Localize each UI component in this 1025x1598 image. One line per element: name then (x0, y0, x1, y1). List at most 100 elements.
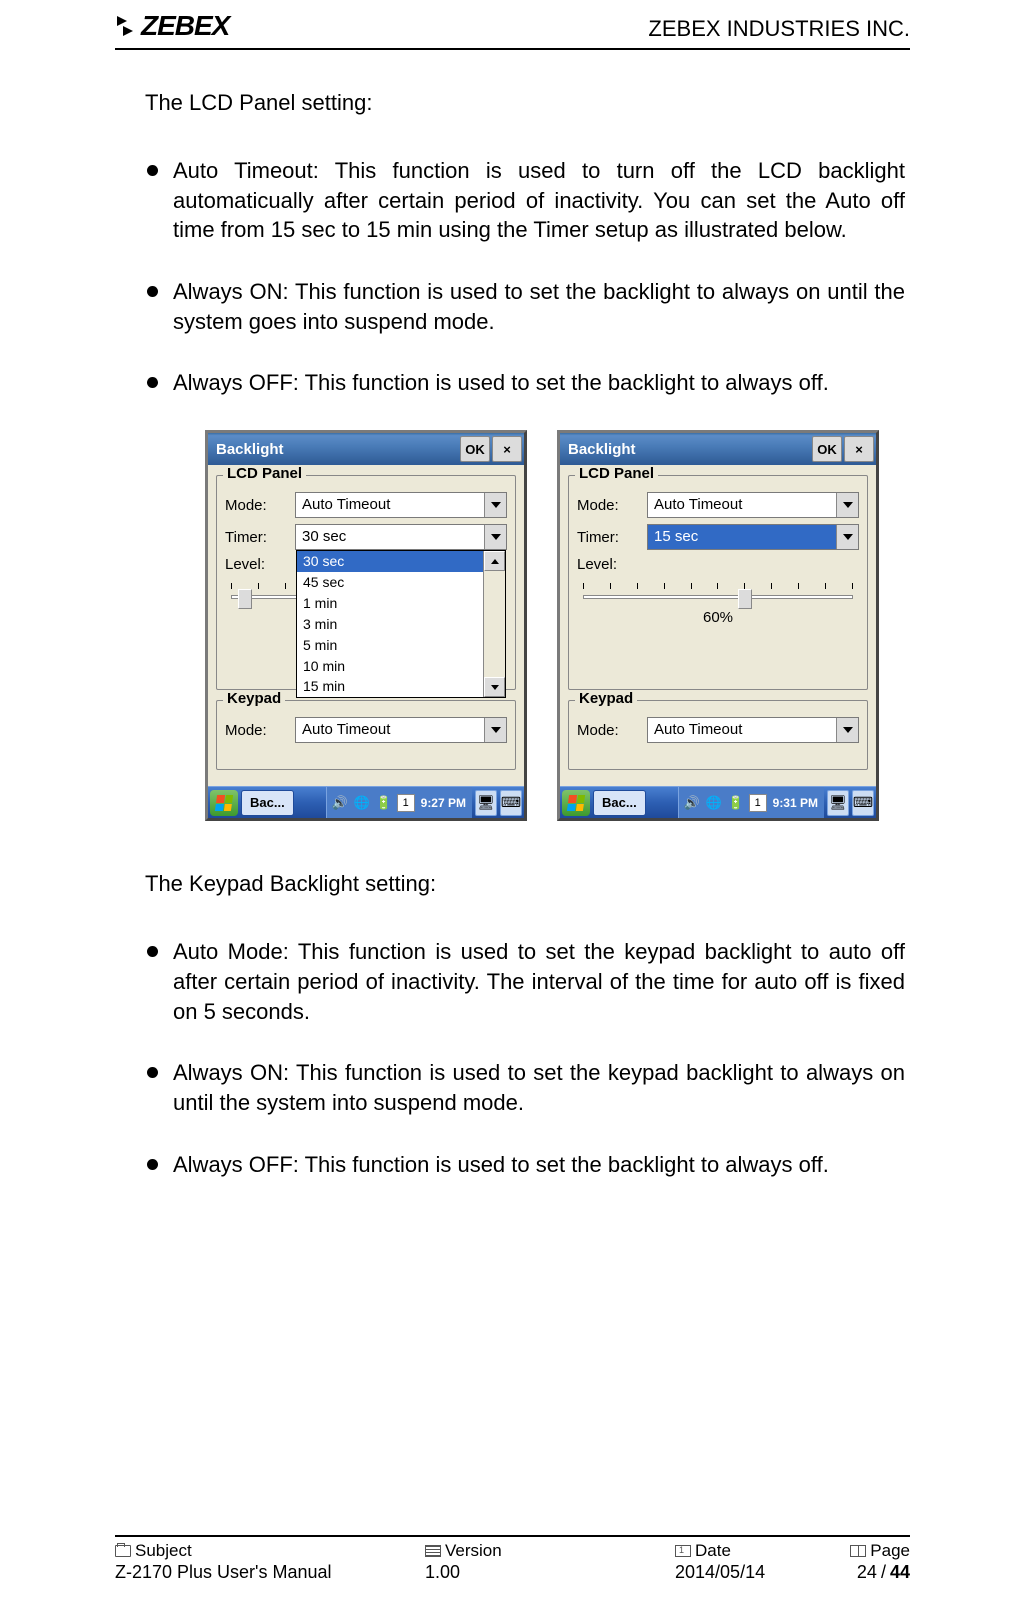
dropdown-option[interactable]: 5 min (297, 635, 483, 656)
footer-subject-label: Subject (135, 1541, 192, 1561)
backlight-window-right: Backlight OK × LCD Panel Mode: Auto Time… (557, 430, 879, 821)
chevron-down-icon (836, 493, 858, 517)
keypad-legend: Keypad (223, 690, 285, 707)
battery-icon[interactable]: 🔋 (375, 794, 393, 812)
level-label: Level: (225, 556, 295, 573)
lcd-bullet-list: Auto Timeout: This function is used to t… (145, 156, 905, 398)
mode-value: Auto Timeout (648, 493, 836, 517)
chevron-down-icon (836, 718, 858, 742)
keypad-bullet-list: Auto Mode: This function is used to set … (145, 937, 905, 1179)
footer-page-sep: / (881, 1562, 886, 1583)
mode-label: Mode: (225, 497, 295, 514)
chevron-down-icon (836, 525, 858, 549)
close-button[interactable]: × (492, 436, 522, 462)
keypad-mode-value: Auto Timeout (648, 718, 836, 742)
dropdown-option[interactable]: 30 sec (297, 551, 483, 572)
volume-icon[interactable]: 🔊 (683, 794, 701, 812)
keypad-group: Keypad Mode: Auto Timeout (568, 700, 868, 770)
list-item: Always ON: This function is used to set … (145, 1058, 905, 1117)
start-button[interactable] (210, 790, 238, 816)
timer-value: 15 sec (648, 525, 836, 549)
footer-version-value: 1.00 (425, 1562, 460, 1583)
page-header: ZEBEX ZEBEX INDUSTRIES INC. (115, 0, 910, 50)
book-icon (850, 1545, 866, 1557)
dropdown-option[interactable]: 1 min (297, 593, 483, 614)
taskbar-app-button[interactable]: Bac... (593, 790, 646, 816)
document-icon (425, 1545, 441, 1557)
footer-date-label: Date (695, 1541, 731, 1561)
timer-combobox[interactable]: 15 sec (647, 524, 859, 550)
footer-version-label: Version (445, 1541, 502, 1561)
keypad-mode-combobox[interactable]: Auto Timeout (295, 717, 507, 743)
slider-thumb-icon[interactable] (238, 589, 252, 609)
battery-icon[interactable]: 🔋 (727, 794, 745, 812)
company-name: ZEBEX INDUSTRIES INC. (648, 16, 910, 42)
start-button[interactable] (562, 790, 590, 816)
footer-page-total: 44 (890, 1562, 910, 1583)
desktop-icon[interactable]: 🖥 (827, 790, 849, 816)
windows-flag-icon (215, 795, 233, 811)
footer-page-label: Page (870, 1541, 910, 1561)
keyboard-icon[interactable]: ⌨ (500, 790, 522, 816)
level-slider[interactable] (583, 579, 853, 607)
keypad-backlight-heading: The Keypad Backlight setting: (145, 871, 905, 897)
clock: 9:31 PM (771, 796, 820, 810)
slider-thumb-icon[interactable] (738, 589, 752, 609)
keypad-mode-combobox[interactable]: Auto Timeout (647, 717, 859, 743)
list-item: Always OFF: This function is used to set… (145, 1150, 905, 1180)
chevron-down-icon (484, 525, 506, 549)
lcd-legend: LCD Panel (223, 465, 306, 482)
status-icon[interactable]: 1 (397, 794, 415, 812)
window-title: Backlight (568, 441, 810, 458)
close-button[interactable]: × (844, 436, 874, 462)
ok-button[interactable]: OK (812, 436, 842, 462)
taskbar-app-button[interactable]: Bac... (241, 790, 294, 816)
mode-combobox[interactable]: Auto Timeout (295, 492, 507, 518)
footer-page-current: 24 (857, 1562, 877, 1583)
volume-icon[interactable]: 🔊 (331, 794, 349, 812)
keyboard-icon[interactable]: ⌨ (852, 790, 874, 816)
mode-value: Auto Timeout (296, 493, 484, 517)
keypad-mode-label: Mode: (577, 722, 647, 739)
dropdown-option[interactable]: 15 min (297, 676, 483, 697)
scrollbar[interactable] (483, 551, 505, 697)
keypad-legend: Keypad (575, 690, 637, 707)
footer-subject-value: Z-2170 Plus User's Manual (115, 1562, 332, 1583)
timer-value: 30 sec (296, 525, 484, 549)
mode-combobox[interactable]: Auto Timeout (647, 492, 859, 518)
dropdown-option[interactable]: 45 sec (297, 572, 483, 593)
screenshot-row: Backlight OK × LCD Panel Mode: Auto Time… (205, 430, 905, 821)
folder-icon (115, 1545, 131, 1557)
keypad-mode-label: Mode: (225, 722, 295, 739)
chevron-down-icon (484, 493, 506, 517)
list-item: Always OFF: This function is used to set… (145, 368, 905, 398)
scroll-up-icon[interactable] (484, 551, 505, 571)
logo-arrows-icon (115, 14, 139, 38)
logo: ZEBEX (115, 10, 229, 42)
timer-label: Timer: (225, 529, 295, 546)
status-icon[interactable]: 1 (749, 794, 767, 812)
dropdown-option[interactable]: 3 min (297, 614, 483, 635)
level-label: Level: (577, 556, 647, 573)
lcd-panel-group: LCD Panel Mode: Auto Timeout Timer: 15 (568, 475, 868, 690)
dropdown-option[interactable]: 10 min (297, 656, 483, 677)
list-item: Always ON: This function is used to set … (145, 277, 905, 336)
timer-combobox[interactable]: 30 sec 30 sec 45 sec 1 min 3 min 5 min (295, 524, 507, 550)
timer-label: Timer: (577, 529, 647, 546)
ok-button[interactable]: OK (460, 436, 490, 462)
mode-label: Mode: (577, 497, 647, 514)
page-footer: Subject Version Date Page Z-2170 Plus Us… (115, 1535, 910, 1583)
desktop-icon[interactable]: 🖥 (475, 790, 497, 816)
calendar-icon (675, 1545, 691, 1557)
lcd-panel-heading: The LCD Panel setting: (145, 90, 905, 116)
lcd-panel-group: LCD Panel Mode: Auto Timeout Timer: 30 (216, 475, 516, 690)
chevron-down-icon (484, 718, 506, 742)
taskbar: Bac... 🔊 🌐 🔋 1 9:27 PM 🖥 ⌨ (208, 786, 524, 818)
clock: 9:27 PM (419, 796, 468, 810)
network-icon[interactable]: 🌐 (705, 794, 723, 812)
scroll-down-icon[interactable] (484, 677, 505, 697)
footer-date-value: 2014/05/14 (675, 1562, 765, 1583)
keypad-group: Keypad Mode: Auto Timeout (216, 700, 516, 770)
network-icon[interactable]: 🌐 (353, 794, 371, 812)
system-tray: 🔊 🌐 🔋 1 9:31 PM (678, 787, 824, 818)
